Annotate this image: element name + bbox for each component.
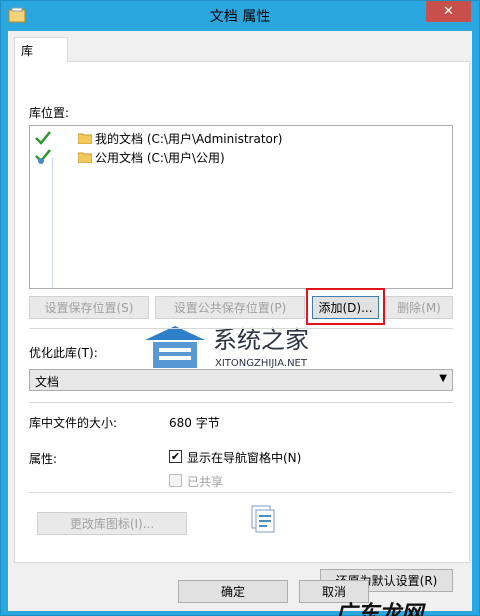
library-locations-label: 库位置: [29,106,70,120]
location-text: 我的文档 (C:\用户\Administrator) [95,131,283,146]
watermark-en: XITONGZHIJIA.NET [215,358,308,369]
tab-library[interactable]: 库 [14,37,68,62]
optimize-label: 优化此库(T): [29,346,98,360]
shared-check-icon [35,149,51,164]
show-in-nav-checkbox[interactable]: ✔ [169,450,182,463]
library-locations-list[interactable]: 我的文档 (C:\用户\Administrator) 公用文档 (C:\用户\公… [29,125,453,289]
chevron-down-icon: ▼ [439,373,447,384]
title-bar[interactable]: 文档 属性 ✕ [1,1,479,30]
list-item[interactable]: 公用文档 (C:\用户\公用) [34,148,225,166]
set-save-location-button[interactable]: 设置保存位置(S) [29,296,149,319]
ok-button[interactable]: 确定 [178,580,288,603]
attributes-label: 属性: [29,452,58,466]
tree-line [52,158,53,288]
folder-icon [78,133,92,144]
close-button[interactable]: ✕ [426,1,471,22]
optimize-selected: 文档 [35,375,60,389]
dialog-client: 库 库位置: 我的文档 (C:\用户\Administrator) 公用文档 (… [8,31,472,616]
remove-button[interactable]: 删除(M) [385,296,453,319]
size-label: 库中文件的大小: [29,416,118,430]
list-item[interactable]: 我的文档 (C:\用户\Administrator) [34,129,283,147]
location-text: 公用文档 (C:\用户\公用) [95,150,225,165]
window-title: 文档 属性 [209,9,271,25]
divider [29,492,453,493]
check-icon [35,131,51,145]
optimize-select[interactable]: 文档 ▼ [29,369,453,391]
watermark-cn: 系统之家 [213,326,309,354]
folder-icon [78,152,92,163]
shared-checkbox[interactable] [169,474,182,487]
size-value: 680 字节 [169,416,220,430]
divider [29,328,453,329]
shared-label: 已共享 [187,475,224,489]
properties-window: 文档 属性 ✕ 库 库位置: 我的文档 (C:\用户\Administrator… [0,0,480,616]
show-in-nav-label: 显示在导航窗格中(N) [187,451,302,465]
divider [29,402,453,403]
library-docs-icon [251,505,275,533]
change-icon-button[interactable]: 更改库图标(I)... [37,512,187,535]
corner-watermark: 广东龙网 [335,602,424,616]
tab-panel: 库位置: 我的文档 (C:\用户\Administrator) 公用文档 (C:… [14,61,470,592]
